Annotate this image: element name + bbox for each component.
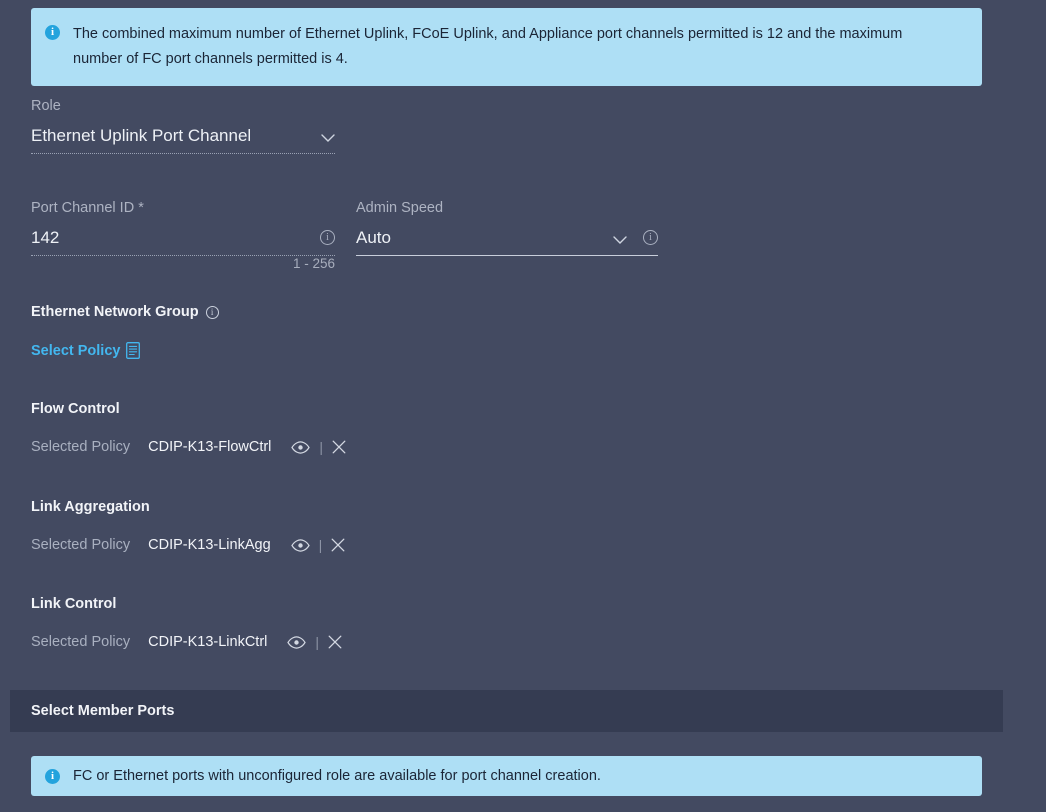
flow-control-title: Flow Control [31, 401, 120, 417]
select-member-ports-header: Select Member Ports [10, 690, 1003, 732]
selected-policy-name: CDIP-K13-LinkCtrl [148, 634, 268, 650]
select-policy-link-ethernet-network-group[interactable]: Select Policy [31, 342, 141, 359]
close-x-icon[interactable] [328, 635, 342, 649]
selected-policy-label: Selected Policy [31, 439, 131, 455]
link-aggregation-label: Link Aggregation [31, 499, 150, 515]
port-channel-id-field[interactable]: Port Channel ID * 142 i [31, 199, 335, 256]
selected-policy-name: CDIP-K13-LinkAgg [148, 537, 271, 553]
selected-policy-label: Selected Policy [31, 537, 131, 553]
policy-actions: | [290, 537, 346, 553]
role-label: Role [31, 98, 61, 114]
info-circle-icon[interactable]: i [205, 305, 219, 319]
close-x-icon[interactable] [331, 538, 345, 552]
info-circle-icon: i [45, 25, 60, 40]
close-x-icon[interactable] [332, 440, 346, 454]
port-channel-id-hint: 1 - 256 [292, 256, 335, 271]
link-aggregation-policy-row: Selected Policy CDIP-K13-LinkAgg | [31, 537, 345, 553]
policy-actions: | [287, 635, 342, 649]
selected-policy-label: Selected Policy [31, 634, 131, 650]
port-channel-id-input[interactable]: 142 i [31, 225, 335, 256]
selected-policy-name: CDIP-K13-FlowCtrl [148, 439, 272, 455]
ethernet-network-group-title: Ethernet Network Group i [31, 304, 219, 320]
eye-icon[interactable] [290, 538, 310, 552]
link-control-policy-row: Selected Policy CDIP-K13-LinkCtrl | [31, 634, 342, 650]
policy-actions: | [291, 440, 346, 454]
eye-icon[interactable] [291, 440, 311, 454]
info-circle-icon: i [45, 768, 60, 784]
port-channel-id-label: Port Channel ID * [31, 200, 144, 216]
top-info-banner: i The combined maximum number of Etherne… [31, 8, 982, 86]
link-aggregation-title: Link Aggregation [31, 499, 150, 515]
flow-control-policy-row: Selected Policy CDIP-K13-FlowCtrl | [31, 439, 346, 455]
flow-control-label: Flow Control [31, 401, 120, 417]
action-divider: | [319, 439, 324, 455]
top-info-banner-text: The combined maximum number of Ethernet … [73, 26, 903, 67]
link-control-label: Link Control [31, 596, 117, 612]
port-channel-id-value: 142 [31, 228, 60, 247]
eye-icon[interactable] [287, 635, 307, 649]
action-divider: | [315, 634, 320, 650]
admin-speed-label: Admin Speed [356, 200, 444, 216]
select-member-ports-title: Select Member Ports [31, 703, 175, 719]
bottom-info-banner: i FC or Ethernet ports with unconfigured… [31, 756, 982, 796]
role-select[interactable]: Ethernet Uplink Port Channel [31, 123, 335, 154]
chevron-down-icon[interactable] [613, 236, 627, 245]
admin-speed-field[interactable]: Admin Speed Auto i [356, 199, 658, 256]
document-list-icon[interactable] [126, 342, 141, 359]
admin-speed-select[interactable]: Auto i [356, 225, 658, 256]
role-value: Ethernet Uplink Port Channel [31, 126, 252, 145]
admin-speed-value: Auto [356, 228, 391, 247]
select-policy-label: Select Policy [31, 342, 121, 359]
ethernet-network-group-label: Ethernet Network Group [31, 304, 199, 320]
role-field[interactable]: Role Ethernet Uplink Port Channel [31, 97, 335, 154]
action-divider: | [318, 537, 323, 553]
chevron-down-icon[interactable] [321, 134, 335, 143]
link-control-title: Link Control [31, 596, 116, 612]
info-circle-icon[interactable]: i [320, 230, 335, 245]
info-circle-icon[interactable]: i [643, 230, 658, 245]
bottom-info-banner-text: FC or Ethernet ports with unconfigured r… [73, 767, 601, 784]
